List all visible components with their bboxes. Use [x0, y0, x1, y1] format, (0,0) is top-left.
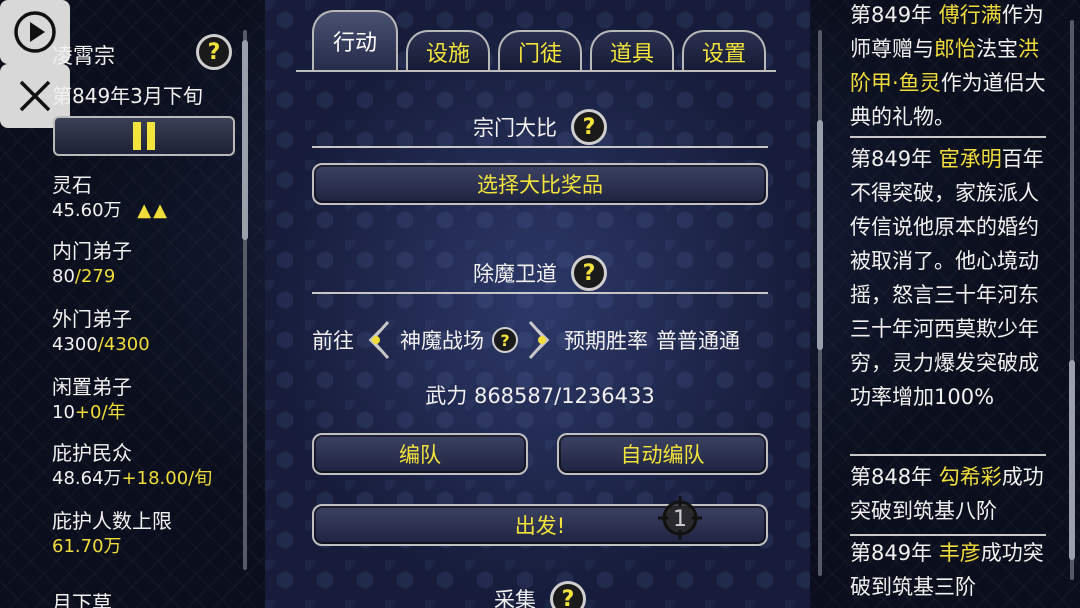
log-entry: 第849年 傅行满作为师尊赠与郎怡法宝洪阶甲·鱼灵作为道侣大典的礼物。: [850, 3, 1046, 129]
stat-protected-people: 庇护民众 48.64万+18.00/旬: [52, 441, 213, 489]
sect-name: 凌霄宗: [52, 44, 115, 68]
section-title: 除魔卫道: [473, 262, 557, 286]
next-destination-icon[interactable]: [526, 318, 556, 362]
center-scrollbar-thumb[interactable]: [817, 120, 823, 350]
help-icon[interactable]: ?: [196, 34, 232, 70]
section-demon-header: 除魔卫道 ?: [312, 254, 768, 294]
log-entry: 第849年 丰彦成功突破到筑基三阶: [850, 541, 1044, 599]
help-icon[interactable]: ?: [571, 109, 607, 145]
stat-moon-grass: 月下草: [52, 591, 112, 608]
tab-settings[interactable]: 设置: [682, 30, 766, 72]
game-date: 第849年3月下旬: [52, 84, 203, 108]
log-scrollbar-thumb[interactable]: [1069, 360, 1075, 560]
expect-value: 普普通通: [656, 329, 740, 353]
destination-name: 神魔战场: [400, 329, 484, 353]
prev-destination-icon[interactable]: [362, 318, 392, 362]
log-entry: 第848年 勾希彩成功突破到筑基八阶: [850, 465, 1044, 523]
help-icon[interactable]: ?: [571, 255, 607, 291]
stat-value: 45.60万: [52, 200, 122, 221]
section-tournament-header: 宗门大比 ?: [312, 108, 768, 148]
close-icon: [19, 80, 51, 112]
stat-spirit-stone: 灵石 45.60万 ▲▲: [52, 173, 169, 221]
section-gather-header: 采集 ?: [312, 580, 768, 608]
select-reward-button[interactable]: 选择大比奖品: [312, 163, 768, 205]
tab-facilities[interactable]: 设施: [406, 30, 490, 72]
stat-idle-disciples: 闲置弟子 10+0/年: [52, 375, 132, 423]
team-button[interactable]: 编队: [312, 433, 528, 475]
left-sidebar: 凌霄宗 ? 第849年3月下旬 灵石 45.60万 ▲▲ 内门弟子 80/279…: [0, 0, 255, 608]
left-scrollbar-thumb[interactable]: [242, 40, 248, 240]
marker-number: 1: [673, 507, 687, 532]
log-divider: [850, 136, 1046, 138]
auto-team-button[interactable]: 自动编队: [557, 433, 768, 475]
go-label: 前往: [312, 329, 354, 353]
tab-disciples[interactable]: 门徒: [498, 30, 582, 72]
log-entry: 第849年 宦承明百年不得突破，家族派人传信说他原本的婚约被取消了。他心境动摇，…: [850, 147, 1044, 409]
tab-items[interactable]: 道具: [590, 30, 674, 72]
expect-label: 预期胜率: [564, 329, 648, 353]
pause-icon: [133, 122, 155, 150]
pause-button[interactable]: [53, 116, 235, 156]
stat-outer-disciples: 外门弟子 4300/4300: [52, 307, 150, 355]
section-title: 宗门大比: [473, 116, 557, 140]
section-title: 采集: [494, 588, 536, 608]
target-marker-icon: 1: [658, 496, 702, 540]
help-icon[interactable]: ?: [492, 327, 518, 353]
tab-baseline: [296, 70, 776, 74]
power-value: 868587/1236433: [473, 384, 655, 408]
power-display: 武力 868587/1236433: [312, 380, 768, 410]
stat-protection-limit: 庇护人数上限 61.70万: [52, 509, 172, 557]
stat-inner-disciples: 内门弟子 80/279: [52, 239, 132, 287]
tab-action[interactable]: 行动: [312, 10, 398, 70]
destination-row: 前往 神魔战场 ? 预期胜率 普普通通: [312, 318, 772, 362]
event-log: 第849年 傅行满作为师尊赠与郎怡法宝洪阶甲·鱼灵作为道侣大典的礼物。 第849…: [850, 0, 1070, 608]
help-icon[interactable]: ?: [550, 581, 586, 608]
trend-up-icon: ▲▲: [137, 200, 169, 221]
power-label: 武力: [425, 384, 468, 408]
log-divider: [850, 454, 1046, 456]
